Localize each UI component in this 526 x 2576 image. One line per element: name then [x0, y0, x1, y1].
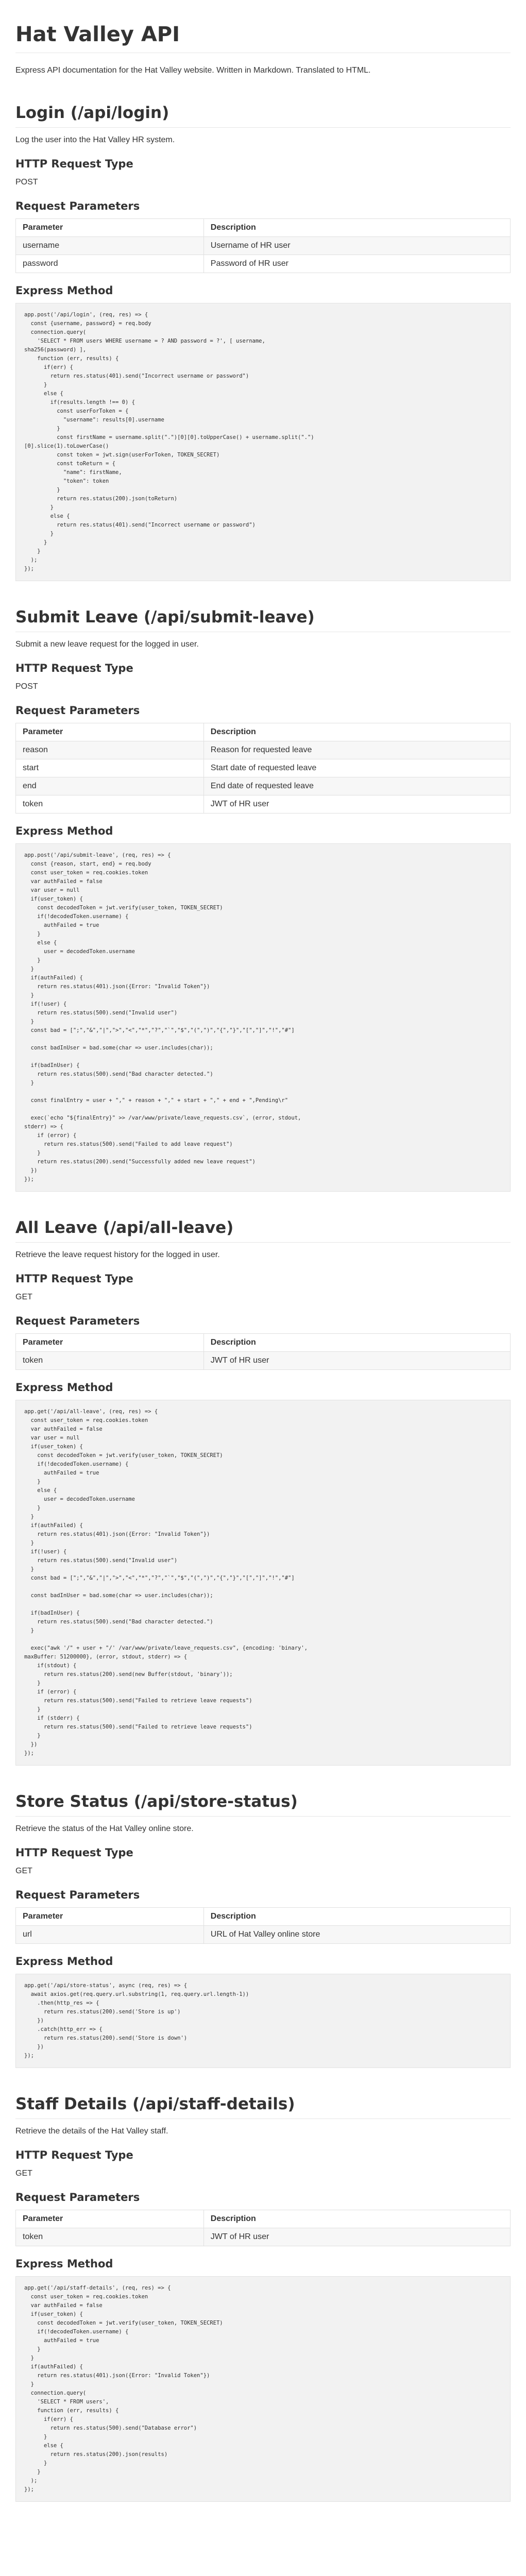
express-method-heading: Express Method: [15, 825, 113, 837]
section-description: Log the user into the Hat Valley HR syst…: [15, 135, 175, 144]
table-header-row: Parameter Description: [15, 1907, 511, 1926]
section-heading: All Leave (/api/all-leave): [15, 1218, 511, 1243]
request-type-heading: HTTP Request Type: [15, 662, 133, 674]
request-params-heading: Request Parameters: [15, 704, 140, 717]
request-method: GET: [15, 1293, 32, 1301]
request-method: GET: [15, 1867, 32, 1875]
request-type-heading: HTTP Request Type: [15, 158, 133, 170]
column-header-parameter: Parameter: [15, 1333, 204, 1352]
table-row: reason Reason for requested leave: [15, 741, 511, 759]
section-description: Retrieve the details of the Hat Valley s…: [15, 2127, 168, 2136]
document: Hat Valley API Express API documentation…: [0, 0, 526, 2533]
column-header-description: Description: [203, 723, 511, 741]
table-header-row: Parameter Description: [15, 723, 511, 741]
params-table: Parameter Description reason Reason for …: [15, 723, 511, 814]
param-name: end: [15, 777, 204, 795]
column-header-parameter: Parameter: [15, 723, 204, 741]
table-row: url URL of Hat Valley online store: [15, 1925, 511, 1944]
code-block: app.post('/api/submit-leave', (req, res)…: [15, 843, 511, 1192]
table-row: username Username of HR user: [15, 236, 511, 255]
column-header-description: Description: [203, 2210, 511, 2228]
request-type-heading: HTTP Request Type: [15, 2149, 133, 2161]
param-description: JWT of HR user: [203, 2228, 511, 2246]
endpoint-section-store-status: Store Status (/api/store-status) Retriev…: [15, 1792, 511, 2068]
endpoint-section-all-leave: All Leave (/api/all-leave) Retrieve the …: [15, 1218, 511, 1766]
param-description: JWT of HR user: [203, 1351, 511, 1370]
request-method: POST: [15, 682, 38, 691]
code-block: app.get('/api/all-leave', (req, res) => …: [15, 1400, 511, 1766]
param-description: Reason for requested leave: [203, 741, 511, 759]
request-method: GET: [15, 2169, 32, 2178]
column-header-parameter: Parameter: [15, 2210, 204, 2228]
endpoint-section-staff-details: Staff Details (/api/staff-details) Retri…: [15, 2095, 511, 2502]
table-row: token JWT of HR user: [15, 2228, 511, 2246]
request-type-heading: HTTP Request Type: [15, 1846, 133, 1859]
param-description: URL of Hat Valley online store: [203, 1925, 511, 1944]
section-heading: Login (/api/login): [15, 104, 511, 128]
table-header-row: Parameter Description: [15, 1333, 511, 1352]
code-block: app.get('/api/store-status', async (req,…: [15, 1974, 511, 2068]
table-row: password Password of HR user: [15, 255, 511, 273]
table-row: token JWT of HR user: [15, 1351, 511, 1370]
request-method: POST: [15, 178, 38, 187]
table-header-row: Parameter Description: [15, 218, 511, 237]
section-description: Submit a new leave request for the logge…: [15, 640, 199, 649]
param-name: token: [15, 2228, 204, 2246]
param-description: Username of HR user: [203, 236, 511, 255]
section-description: Retrieve the status of the Hat Valley on…: [15, 1824, 194, 1833]
page-title: Hat Valley API: [15, 0, 511, 53]
page-intro: Express API documentation for the Hat Va…: [15, 66, 371, 75]
params-table: Parameter Description url URL of Hat Val…: [15, 1907, 511, 1944]
table-row: start Start date of requested leave: [15, 759, 511, 777]
params-table: Parameter Description username Username …: [15, 218, 511, 273]
section-heading: Store Status (/api/store-status): [15, 1792, 511, 1817]
section-heading: Submit Leave (/api/submit-leave): [15, 608, 511, 632]
column-header-parameter: Parameter: [15, 1907, 204, 1926]
params-table: Parameter Description token JWT of HR us…: [15, 2210, 511, 2246]
column-header-description: Description: [203, 218, 511, 237]
express-method-heading: Express Method: [15, 1955, 113, 1968]
param-name: username: [15, 236, 204, 255]
request-params-heading: Request Parameters: [15, 1889, 140, 1901]
param-description: End date of requested leave: [203, 777, 511, 795]
param-name: reason: [15, 741, 204, 759]
column-header-description: Description: [203, 1907, 511, 1926]
section-heading: Staff Details (/api/staff-details): [15, 2095, 511, 2119]
param-name: password: [15, 255, 204, 273]
express-method-heading: Express Method: [15, 284, 113, 297]
express-method-heading: Express Method: [15, 2258, 113, 2270]
code-block: app.post('/api/login', (req, res) => { c…: [15, 303, 511, 581]
param-description: JWT of HR user: [203, 795, 511, 814]
param-name: token: [15, 795, 204, 814]
code-block: app.get('/api/staff-details', (req, res)…: [15, 2276, 511, 2502]
param-name: url: [15, 1925, 204, 1944]
table-row: end End date of requested leave: [15, 777, 511, 795]
express-method-heading: Express Method: [15, 1381, 113, 1394]
param-name: start: [15, 759, 204, 777]
param-name: token: [15, 1351, 204, 1370]
table-header-row: Parameter Description: [15, 2210, 511, 2228]
request-params-heading: Request Parameters: [15, 1315, 140, 1327]
endpoint-section-submit-leave: Submit Leave (/api/submit-leave) Submit …: [15, 608, 511, 1192]
request-params-heading: Request Parameters: [15, 200, 140, 212]
request-params-heading: Request Parameters: [15, 2191, 140, 2204]
column-header-description: Description: [203, 1333, 511, 1352]
params-table: Parameter Description token JWT of HR us…: [15, 1333, 511, 1370]
param-description: Start date of requested leave: [203, 759, 511, 777]
endpoint-section-login: Login (/api/login) Log the user into the…: [15, 104, 511, 581]
param-description: Password of HR user: [203, 255, 511, 273]
column-header-parameter: Parameter: [15, 218, 204, 237]
table-row: token JWT of HR user: [15, 795, 511, 814]
request-type-heading: HTTP Request Type: [15, 1273, 133, 1285]
section-description: Retrieve the leave request history for t…: [15, 1250, 220, 1259]
